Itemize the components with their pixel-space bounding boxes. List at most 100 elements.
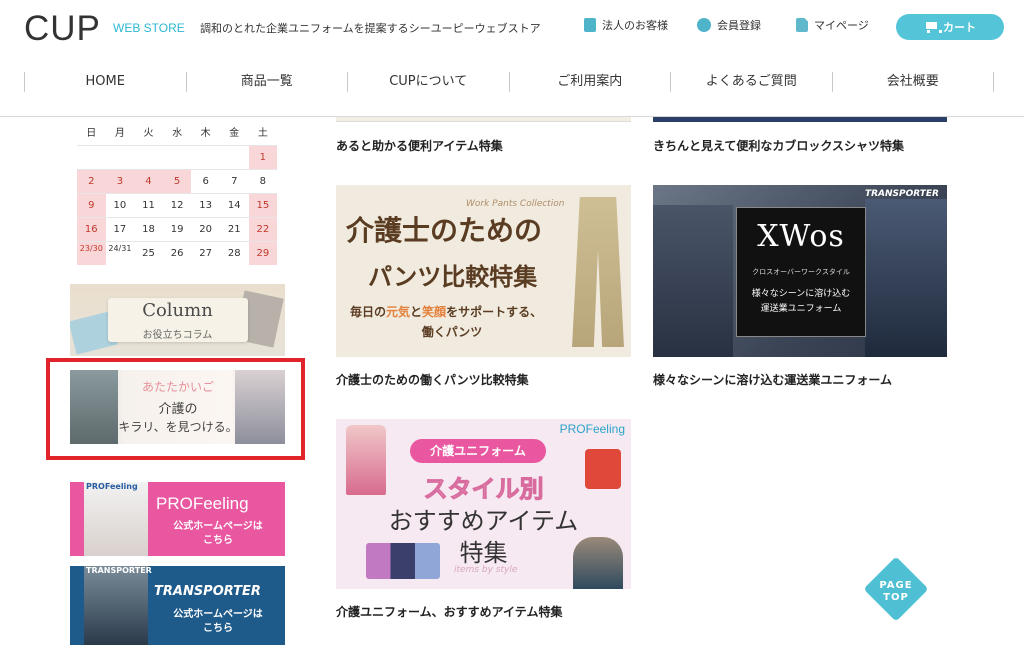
site-tagline: 調和のとれた企業ユニフォームを提案するシーユーピーウェブストア <box>200 22 541 35</box>
care-banner[interactable]: あたたかいご 介護の キラリ、を見つける。 <box>70 370 285 444</box>
cart-button[interactable]: カート <box>896 14 1004 40</box>
calendar-weekdays: 日 月 火 水 木 金 土 <box>77 123 277 145</box>
pants-title2: パンツ比較特集 <box>368 263 538 291</box>
pants-image <box>572 197 624 347</box>
calendar-day-holiday: 1 <box>248 145 278 169</box>
calendar-day-holiday: 2 <box>77 169 106 193</box>
profeeling-title: PROFeeling <box>156 494 249 513</box>
worker-photo-right <box>865 199 947 357</box>
calendar-day-holiday: 4 <box>134 169 163 193</box>
logo-subtitle[interactable]: WEB STORE <box>113 21 185 35</box>
pants-desc-hi1: 元気 <box>386 305 411 319</box>
uniform-line2: おすすめアイテム <box>388 507 579 535</box>
user-icon <box>697 18 711 32</box>
document-icon <box>796 18 808 32</box>
pants-script-label: Work Pants Collection <box>466 199 565 209</box>
page-top-line1: PAGE <box>879 580 913 591</box>
calendar-day: 13 <box>191 193 220 217</box>
weekday-sun: 日 <box>86 128 97 139</box>
business-calendar: 2021年5月 日 月 火 水 木 金 土 1 2 3 4 5 6 7 8 9 … <box>77 110 278 265</box>
page-top-label: PAGE TOP <box>863 580 929 604</box>
nav-company[interactable]: 会社概要 <box>831 72 994 92</box>
calendar-day: 18 <box>134 217 163 241</box>
page-top-button[interactable]: PAGE TOP <box>863 556 929 622</box>
nav-guide[interactable]: ご利用案内 <box>508 72 671 92</box>
calendar-week: 2 3 4 5 6 7 8 <box>77 169 278 193</box>
profeeling-photo <box>84 482 148 556</box>
calendar-day: 10 <box>105 193 135 217</box>
pants-desc: 毎日の元気と笑顔をサポートする、 <box>350 303 542 320</box>
calendar-day-holiday: 22 <box>248 217 278 241</box>
transporter-line2: こちら <box>203 623 233 634</box>
weekday-thu: 木 <box>200 128 211 139</box>
calendar-week: 16 17 18 19 20 21 22 <box>77 217 278 241</box>
calendar-week: 9 10 11 12 13 14 15 <box>77 193 278 217</box>
pants-feature-caption[interactable]: 介護士のための働くパンツ比較特集 <box>336 371 529 388</box>
building-icon <box>584 18 596 32</box>
pants-desc-mid: と <box>410 305 423 319</box>
calendar-day <box>162 145 192 169</box>
transporter-line1: 公式ホームページは <box>173 609 263 620</box>
corporate-link-label: 法人のお客様 <box>602 19 668 32</box>
uniform-brand: PROFeeling <box>559 422 625 436</box>
calendar-day: 27 <box>191 241 220 265</box>
xwos-feature-banner[interactable]: TRANSPORTER XWos クロスオーバーワークスタイル 様々なシーンに溶… <box>653 185 947 357</box>
register-link[interactable]: 会員登録 <box>697 17 761 33</box>
pants-desc2: 働くパンツ <box>421 325 483 339</box>
xwos-feature-caption[interactable]: 様々なシーンに溶け込む運送業ユニフォーム <box>653 371 892 388</box>
calendar-day: 14 <box>219 193 249 217</box>
uniform-line1: スタイル別 <box>423 475 544 504</box>
uniform-feature-caption[interactable]: 介護ユニフォーム、おすすめアイテム特集 <box>336 603 562 620</box>
weekday-sat: 土 <box>257 128 268 139</box>
care-banner-line3: キラリ、を見つける。 <box>118 420 238 434</box>
uniform-pill: 介護ユニフォーム <box>410 439 546 463</box>
calendar-day <box>105 145 135 169</box>
calendar-day <box>219 145 249 169</box>
nav-home[interactable]: HOME <box>24 72 186 92</box>
cart-label: カート <box>943 21 976 34</box>
nav-faq[interactable]: よくあるご質問 <box>670 72 832 92</box>
nav-products[interactable]: 商品一覧 <box>185 72 348 92</box>
feature-caption-top-left[interactable]: あると助かる便利アイテム特集 <box>336 137 503 154</box>
calendar-day: 19 <box>162 217 192 241</box>
transporter-photo <box>84 566 148 645</box>
site-header: CUP WEB STORE 調和のとれた企業ユニフォームを提案するシーユーピーウ… <box>0 0 1024 117</box>
profeeling-tag: PROFeeling <box>86 482 138 491</box>
main-nav: HOME 商品一覧 CUPについて ご利用案内 よくあるご質問 会社概要 <box>24 72 994 92</box>
weekday-fri: 金 <box>229 128 240 139</box>
mypage-link-label: マイページ <box>814 19 869 32</box>
calendar-day: 26 <box>162 241 192 265</box>
calendar-day: 6 <box>191 169 220 193</box>
calendar-week: 1 <box>77 145 278 169</box>
profeeling-banner[interactable]: PROFeeling PROFeeling 公式ホームページは こちら <box>70 482 285 556</box>
column-banner-title: Column <box>142 300 213 321</box>
calendar-day: 17 <box>105 217 135 241</box>
xwos-title: XWos <box>757 219 845 254</box>
transporter-banner[interactable]: TRANSPORTER TRANSPORTER 公式ホームページは こちら <box>70 566 285 645</box>
calendar-day-holiday: 5 <box>162 169 192 193</box>
pants-title: 介護士のための <box>346 214 543 247</box>
calendar-day: 8 <box>248 169 278 193</box>
calendar-day-holiday: 3 <box>105 169 135 193</box>
calendar-day <box>134 145 163 169</box>
feature-caption-top-right[interactable]: きちんと見えて便利なカブロックスシャツ特集 <box>653 137 904 154</box>
pants-feature-banner[interactable]: Work Pants Collection 介護士のための パンツ比較特集 毎日… <box>336 185 631 357</box>
calendar-day <box>77 145 106 169</box>
calendar-day: 12 <box>162 193 192 217</box>
calendar-day: 21 <box>219 217 249 241</box>
transporter-text: 公式ホームページは こちら <box>158 608 278 636</box>
mypage-link[interactable]: マイページ <box>796 17 869 33</box>
care-banner-line1: あたたかいご <box>141 380 214 394</box>
calendar-day: 11 <box>134 193 163 217</box>
care-banner-line2: 介護の <box>158 402 198 417</box>
calendar-day: 24/31 <box>105 241 135 265</box>
weekday-mon: 月 <box>114 128 125 139</box>
corporate-link[interactable]: 法人のお客様 <box>584 17 668 33</box>
pants-desc-pre: 毎日の <box>350 305 387 319</box>
column-banner[interactable]: Column お役立ちコラム <box>70 284 285 356</box>
worker-photo-left <box>653 205 733 357</box>
pants-desc-hi2: 笑顔 <box>422 305 447 319</box>
uniform-feature-banner[interactable]: PROFeeling 介護ユニフォーム スタイル別 おすすめアイテム 特集 it… <box>336 419 631 589</box>
nav-about[interactable]: CUPについて <box>347 72 509 92</box>
site-logo[interactable]: CUP <box>24 9 101 49</box>
